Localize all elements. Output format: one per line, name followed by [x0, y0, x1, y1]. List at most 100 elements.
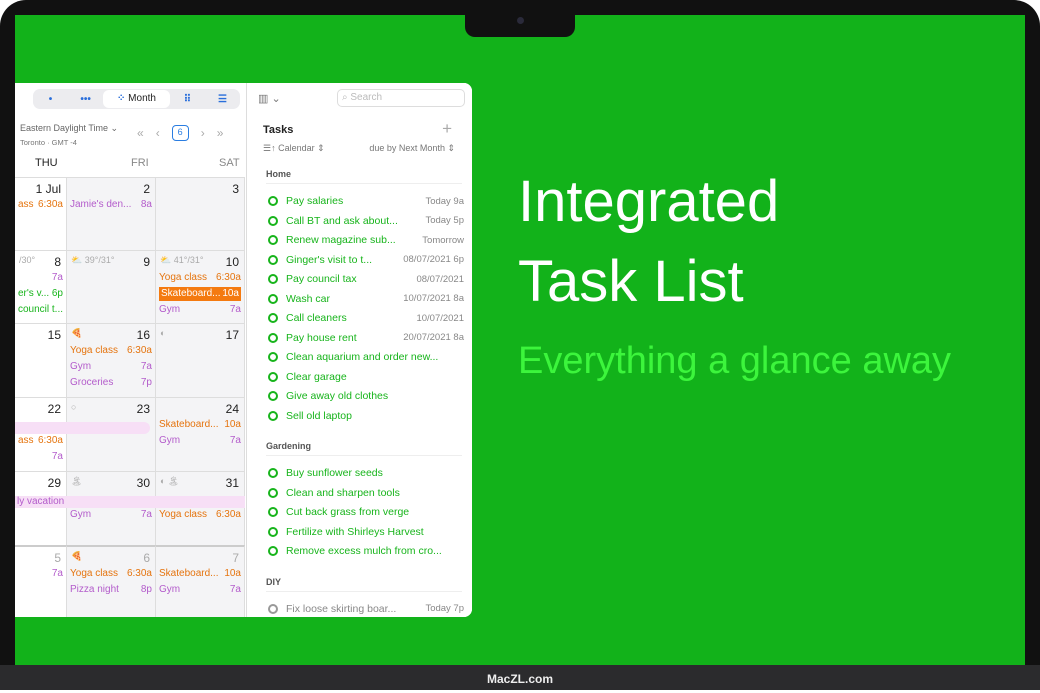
day-cell[interactable]: 31 ◐ 🏝 Yoga class 6:30a: [156, 471, 245, 545]
task-checkbox-icon[interactable]: [268, 526, 278, 537]
day-cell[interactable]: 15: [15, 323, 67, 397]
task-item[interactable]: Pay council tax 08/07/2021: [268, 271, 464, 287]
calendar-event[interactable]: 7a: [18, 567, 63, 581]
day-cell[interactable]: 1 Jul ass 6:30a: [15, 177, 67, 250]
task-item[interactable]: Remove excess mulch from cro...: [268, 543, 464, 559]
today-button[interactable]: 6: [171, 125, 189, 141]
calendar-event[interactable]: Groceries 7p: [70, 376, 152, 390]
next-month-button[interactable]: ›: [201, 126, 205, 140]
year-view-button[interactable]: ⠿: [170, 94, 205, 105]
task-item[interactable]: Clear garage: [268, 369, 464, 385]
day-cell[interactable]: 17 ◐: [156, 323, 245, 397]
calendar-event[interactable]: Skateboard... 10a: [159, 418, 241, 432]
tasks-pane: ▥ ⌄ ⌕ Search Tasks + ☰↑ Calendar ⇕ due b…: [248, 83, 472, 617]
task-title: Pay council tax: [286, 273, 357, 285]
calendar-event[interactable]: Gym 7a: [159, 303, 241, 317]
day-cell[interactable]: 8/30° 7a er's v... 6p council t...: [15, 250, 67, 323]
calendar-event[interactable]: 7a: [18, 271, 63, 285]
calendar-event[interactable]: 7a: [18, 450, 63, 464]
task-checkbox-icon[interactable]: [268, 332, 278, 343]
day-cell[interactable]: 10 ⛅ 41°/31° Yoga class 6:30a Skateboard... 1…: [156, 250, 245, 323]
task-item[interactable]: Call BT and ask about... Today 5p: [268, 213, 464, 229]
task-checkbox-icon[interactable]: [268, 274, 278, 284]
task-checkbox-icon[interactable]: [268, 487, 278, 498]
calendar-event[interactable]: Yoga class 6:30a: [70, 344, 152, 358]
calendar-event[interactable]: Yoga class 6:30a: [159, 271, 241, 285]
task-checkbox-icon[interactable]: [268, 546, 278, 556]
task-checkbox-icon[interactable]: [268, 371, 278, 382]
calendar-event[interactable]: Gym 7a: [70, 508, 152, 522]
task-checkbox-icon[interactable]: [268, 391, 278, 401]
day-cell[interactable]: 30 🏝 Gym 7a: [67, 471, 156, 545]
vacation-event[interactable]: ly vacation: [15, 496, 245, 508]
day-cell[interactable]: 24 Skateboard... 10a Gym 7a: [156, 397, 245, 471]
task-checkbox-icon[interactable]: [268, 313, 278, 323]
day-view-button[interactable]: •: [33, 94, 68, 105]
sort-selector[interactable]: ☰↑ Calendar ⇕: [263, 143, 325, 154]
task-item[interactable]: Pay salaries Today 9a: [268, 193, 464, 209]
day-cell[interactable]: 23 ○: [67, 397, 156, 471]
calendar-event[interactable]: ass 6:30a: [18, 434, 63, 448]
sidebar-toggle-icon[interactable]: ▥ ⌄: [258, 92, 281, 105]
calendar-event[interactable]: Gym 7a: [70, 360, 152, 374]
calendar-event[interactable]: Gym 7a: [159, 434, 241, 448]
day-cell[interactable]: 9 ⛅ 39°/31°: [67, 250, 156, 323]
filter-selector[interactable]: due by Next Month ⇕: [369, 143, 455, 154]
task-item[interactable]: Clean aquarium and order new...: [268, 349, 464, 365]
task-checkbox-icon[interactable]: [268, 352, 278, 362]
search-input[interactable]: ⌕ Search: [337, 89, 465, 107]
day-cell[interactable]: 3: [156, 177, 245, 250]
task-title: Give away old clothes: [286, 390, 389, 402]
task-title: Wash car: [286, 292, 330, 305]
task-title: Pay salaries: [286, 195, 344, 207]
day-cell[interactable]: 5 7a: [15, 545, 67, 617]
day-cell[interactable]: 6 🍕 Yoga class 6:30a Pizza night 8p: [67, 545, 156, 617]
multi-day-event[interactable]: [15, 422, 150, 434]
task-item[interactable]: Give away old clothes: [268, 388, 464, 404]
day-cell[interactable]: 16 🍕 Yoga class 6:30a Gym 7a Groceries 7p: [67, 323, 156, 397]
task-checkbox-icon[interactable]: [268, 215, 278, 226]
task-item[interactable]: Wash car 10/07/2021 8a: [268, 291, 464, 307]
prev-year-button[interactable]: «: [137, 126, 144, 140]
task-checkbox-icon[interactable]: [268, 507, 278, 517]
calendar-event[interactable]: Yoga class 6:30a: [159, 508, 241, 522]
day-cell[interactable]: 29: [15, 471, 67, 545]
task-item[interactable]: Buy sunflower seeds: [268, 465, 464, 481]
calendar-event[interactable]: Gym 7a: [159, 583, 241, 597]
calendar-event[interactable]: Yoga class 6:30a: [70, 567, 152, 581]
task-title: Clear garage: [286, 370, 347, 383]
task-checkbox-icon[interactable]: [268, 603, 278, 614]
task-item[interactable]: Call cleaners 10/07/2021: [268, 310, 464, 326]
add-task-button[interactable]: +: [442, 119, 452, 139]
task-item[interactable]: Sell old laptop: [268, 408, 464, 424]
task-item[interactable]: Fix loose skirting boar... Today 7p: [268, 601, 464, 617]
calendar-event[interactable]: ass 6:30a: [18, 198, 63, 212]
calendar-event[interactable]: Skateboard... 10a: [159, 287, 241, 301]
task-checkbox-icon[interactable]: [268, 254, 278, 265]
task-checkbox-icon[interactable]: [268, 293, 278, 304]
day-cell[interactable]: 2 Jamie's den... 8a: [67, 177, 156, 250]
calendar-event[interactable]: er's v... 6p: [18, 287, 63, 301]
task-item[interactable]: Cut back grass from verge: [268, 504, 464, 520]
calendar-event[interactable]: Pizza night 8p: [70, 583, 152, 597]
next-year-button[interactable]: »: [217, 126, 224, 140]
task-item[interactable]: Pay house rent 20/07/2021 8a: [268, 330, 464, 346]
task-checkbox-icon[interactable]: [268, 468, 278, 478]
prev-month-button[interactable]: ‹: [156, 126, 160, 140]
task-item[interactable]: Fertilize with Shirleys Harvest: [268, 524, 464, 540]
task-checkbox-icon[interactable]: [268, 196, 278, 206]
calendar-event[interactable]: Skateboard... 10a: [159, 567, 241, 581]
month-view-button[interactable]: ⁘ Month: [103, 90, 170, 108]
calendar-event[interactable]: council t...: [18, 303, 63, 317]
task-item[interactable]: Ginger's visit to t... 08/07/2021 6p: [268, 252, 464, 268]
task-item[interactable]: Clean and sharpen tools: [268, 485, 464, 501]
task-checkbox-icon[interactable]: [268, 235, 278, 245]
calendar-event[interactable]: Jamie's den... 8a: [70, 198, 152, 212]
list-view-button[interactable]: ☰: [205, 94, 240, 105]
task-checkbox-icon[interactable]: [268, 410, 278, 421]
timezone-selector[interactable]: Eastern Daylight Time ⌄: [20, 123, 118, 134]
day-cell[interactable]: 7 Skateboard... 10a Gym 7a: [156, 545, 245, 617]
day-cell[interactable]: 22 ass 6:30a 7a: [15, 397, 67, 471]
week-view-button[interactable]: •••: [68, 94, 103, 105]
task-item[interactable]: Renew magazine sub... Tomorrow: [268, 232, 464, 248]
